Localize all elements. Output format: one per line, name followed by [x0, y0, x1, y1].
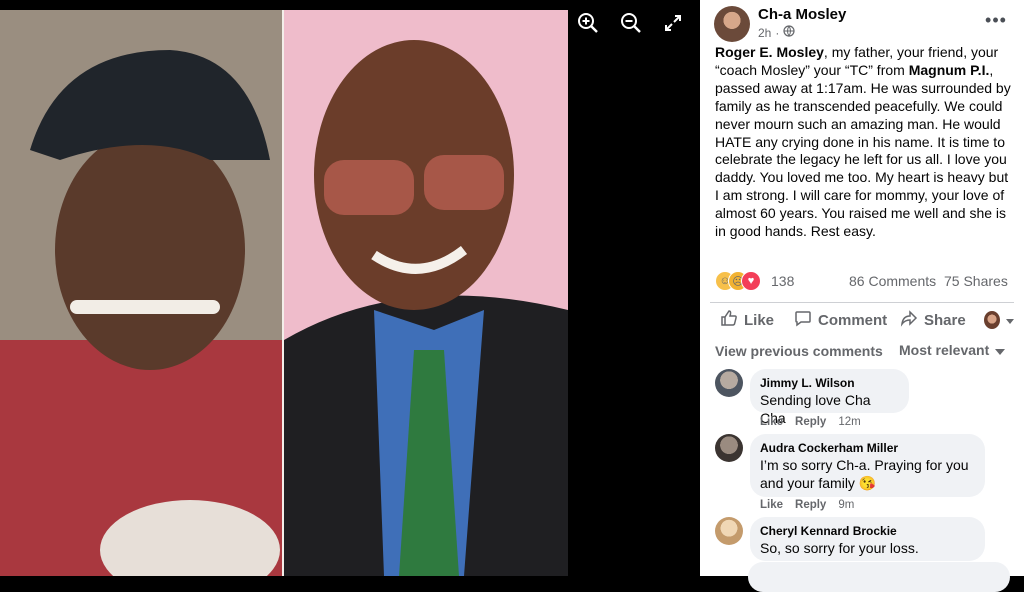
comment-label: Comment — [818, 311, 888, 329]
portrait-left-illustration — [0, 10, 282, 576]
post-actions: Like Comment Share — [710, 302, 1014, 337]
zoom-in-icon[interactable] — [575, 10, 601, 36]
comment-bubble: Audra Cockerham Miller I’m so sorry Ch-a… — [750, 434, 985, 497]
write-comment-input[interactable] — [748, 562, 1010, 592]
reaction-icons[interactable]: ☺ ☹ ♥ — [715, 271, 767, 291]
comment-reply-link[interactable]: Reply — [795, 499, 826, 511]
share-label: Share — [924, 311, 966, 329]
caret-down-icon — [1006, 312, 1014, 329]
photo-right-portrait — [284, 10, 568, 576]
comments-count[interactable]: 86 Comments — [849, 273, 936, 289]
react-as-selector[interactable] — [984, 309, 1014, 331]
comment-bubble: Jimmy L. Wilson Sending love Cha Cha — [750, 369, 909, 426]
profile-avatar-icon — [984, 311, 1000, 329]
post-photo[interactable] — [0, 10, 568, 576]
comment-bubble: Cheryl Kennard Brockie So, so sorry for … — [750, 517, 985, 561]
comment-time[interactable]: 9m — [838, 499, 854, 511]
commenter-avatar[interactable] — [715, 434, 743, 462]
portrait-right-illustration — [284, 10, 568, 576]
comment-sort-dropdown[interactable]: Most relevant — [899, 342, 1006, 358]
commenter-name[interactable]: Audra Cockerham Miller — [760, 441, 975, 455]
zoom-out-icon[interactable] — [618, 10, 644, 36]
photo-left-portrait — [0, 10, 282, 576]
sort-label: Most relevant — [899, 342, 990, 358]
love-reaction-icon: ♥ — [741, 271, 761, 291]
caret-down-icon — [995, 342, 1006, 358]
comment-reply-link[interactable]: Reply — [795, 416, 826, 428]
shares-count[interactable]: 75 Shares — [944, 273, 1008, 289]
reaction-count[interactable]: 138 — [771, 273, 794, 289]
comment-icon — [794, 309, 812, 331]
view-previous-comments-link[interactable]: View previous comments — [715, 343, 883, 359]
thumbs-up-icon — [720, 309, 738, 331]
comment-text: I’m so sorry Ch-a. Praying for you and y… — [760, 457, 969, 491]
share-arrow-icon — [900, 309, 918, 331]
post-time[interactable]: 2h — [758, 26, 771, 40]
author-avatar[interactable] — [714, 6, 750, 42]
globe-icon — [783, 25, 795, 40]
post-panel: Ch-a Mosley 2h · ••• Roger E. Mosley, my… — [700, 0, 1024, 592]
like-button[interactable]: Like — [720, 309, 774, 331]
comment-text: So, so sorry for your loss. — [760, 540, 919, 556]
commenter-name[interactable]: Cheryl Kennard Brockie — [760, 524, 975, 538]
comment-button[interactable]: Comment — [794, 309, 887, 331]
photo-viewer — [0, 0, 700, 576]
like-label: Like — [744, 311, 775, 329]
commenter-avatar[interactable] — [715, 517, 743, 545]
share-button[interactable]: Share — [900, 309, 966, 331]
comment-actions: Like Reply 9m — [760, 499, 854, 511]
tagged-person[interactable]: Roger E. Mosley — [715, 44, 824, 60]
comment-actions: Like Reply 12m — [760, 416, 861, 428]
comment-like-link[interactable]: Like — [760, 499, 783, 511]
show-link[interactable]: Magnum P.I. — [909, 62, 990, 78]
author-name[interactable]: Ch-a Mosley — [758, 6, 846, 23]
comment-time[interactable]: 12m — [838, 416, 860, 428]
comment-like-link[interactable]: Like — [760, 416, 783, 428]
post-text-part: , passed away at 1:17am. He was surround… — [715, 61, 1011, 240]
reactions-summary: ☺ ☹ ♥ 138 86 Comments 75 Shares — [715, 270, 1009, 292]
commenter-name[interactable]: Jimmy L. Wilson — [760, 376, 899, 390]
dot-separator: · — [775, 25, 780, 40]
commenter-avatar[interactable] — [715, 369, 743, 397]
expand-icon[interactable] — [660, 10, 686, 36]
more-options-button[interactable]: ••• — [982, 10, 1010, 30]
post-header: Ch-a Mosley 2h · ••• — [714, 4, 1014, 44]
comments-bar: View previous comments Most relevant — [715, 342, 1009, 362]
post-body-text: Roger E. Mosley, my father, your friend,… — [715, 44, 1011, 241]
post-meta: 2h · — [758, 25, 795, 40]
